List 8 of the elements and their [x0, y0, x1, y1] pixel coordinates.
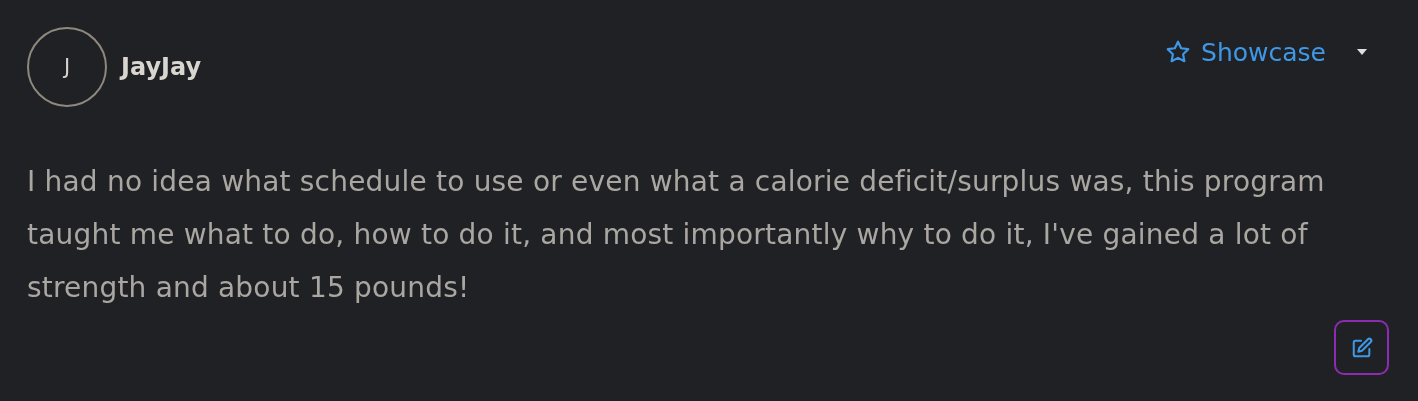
edit-button[interactable] [1334, 320, 1389, 375]
showcase-link[interactable]: Showcase [1165, 37, 1326, 67]
avatar: J [27, 27, 107, 107]
caret-icon[interactable] [1356, 48, 1368, 56]
star-icon [1165, 39, 1192, 65]
author-name: JayJay [121, 53, 202, 81]
edit-icon [1350, 336, 1373, 359]
review-text: I had no idea what schedule to use or even what a calorie deficit/surplus was, this program taught me what to do, how to do it, and most importantly why to do it, I've gained a lot of strength and about 15 pounds! [27, 164, 1326, 306]
